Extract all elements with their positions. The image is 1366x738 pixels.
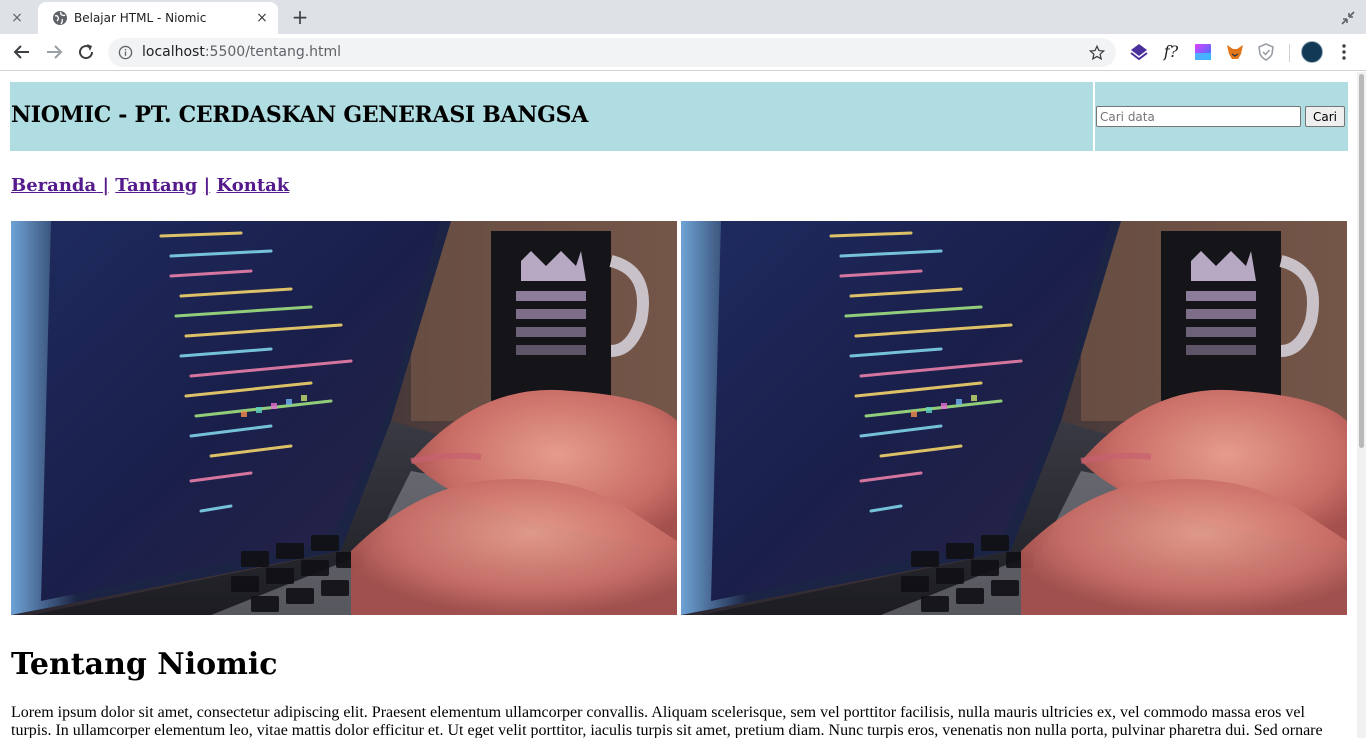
main-nav: Beranda | Tantang | Kontak <box>11 175 289 196</box>
nav-link-tantang[interactable]: Tantang <box>115 175 197 196</box>
browser-tabstrip: × Belajar HTML - Niomic × + <box>0 0 1366 34</box>
url-text[interactable]: localhost:5500/tentang.html <box>142 44 341 61</box>
url-path: :5500/tentang.html <box>204 44 342 60</box>
nav-separator: | <box>203 175 211 196</box>
page-viewport: NIOMIC - PT. CERDASKAN GENERASI BANGSA C… <box>0 72 1357 738</box>
new-tab-button[interactable]: + <box>288 6 312 30</box>
nav-link-label: Kontak <box>216 175 290 196</box>
page-title: NIOMIC - PT. CERDASKAN GENERASI BANGSA <box>11 102 588 128</box>
globe-icon <box>53 11 67 25</box>
header-search-cell: Cari <box>1095 82 1348 151</box>
function-icon[interactable]: f? <box>1161 42 1181 62</box>
tab-title: Belajar HTML - Niomic <box>74 11 207 25</box>
profile-avatar[interactable] <box>1301 41 1323 63</box>
search-input[interactable] <box>1096 106 1301 127</box>
nav-link-label: Beranda <box>11 175 97 196</box>
nav-separator: | <box>102 175 109 196</box>
page-scrollbar[interactable] <box>1357 72 1366 738</box>
restore-icon[interactable] <box>1338 8 1358 28</box>
scrollbar-thumb[interactable] <box>1359 74 1364 448</box>
about-paragraph: Lorem ipsum dolor sit amet, consectetur … <box>11 704 1323 738</box>
close-icon[interactable]: × <box>8 9 26 27</box>
back-arrow-icon[interactable] <box>10 40 34 64</box>
nav-link-beranda[interactable]: Beranda | <box>11 175 109 196</box>
header-title-cell: NIOMIC - PT. CERDASKAN GENERASI BANGSA <box>10 82 1093 151</box>
gradient-square-icon[interactable] <box>1193 42 1213 62</box>
toolbar-divider <box>1289 44 1290 62</box>
site-header: NIOMIC - PT. CERDASKAN GENERASI BANGSA C… <box>10 82 1348 151</box>
about-heading: Tentang Niomic <box>11 647 278 682</box>
url-host: localhost <box>142 44 205 60</box>
hero-image-left <box>11 221 677 615</box>
laptop-coding-photo <box>11 221 677 615</box>
browser-tab-active[interactable]: Belajar HTML - Niomic × <box>38 2 278 34</box>
search-button[interactable]: Cari <box>1305 106 1345 127</box>
shield-icon[interactable] <box>1256 42 1276 62</box>
forward-arrow-icon[interactable] <box>42 40 66 64</box>
nav-link-separator: | <box>204 175 211 196</box>
nav-link-label: Tantang <box>115 175 198 196</box>
fox-icon[interactable] <box>1225 42 1245 62</box>
address-bar[interactable]: localhost:5500/tentang.html <box>108 38 1116 67</box>
star-icon[interactable] <box>1088 44 1106 62</box>
laptop-coding-photo <box>681 221 1347 615</box>
hero-image-right <box>681 221 1347 615</box>
info-icon[interactable] <box>118 45 133 60</box>
more-vert-icon[interactable] <box>1334 42 1354 62</box>
tab-close-icon[interactable]: × <box>252 8 272 28</box>
browser-toolbar: localhost:5500/tentang.html f? <box>0 34 1366 71</box>
extension-stack-icon[interactable] <box>1129 42 1149 62</box>
reload-icon[interactable] <box>74 40 98 64</box>
nav-link-kontak[interactable]: Kontak <box>216 175 289 196</box>
